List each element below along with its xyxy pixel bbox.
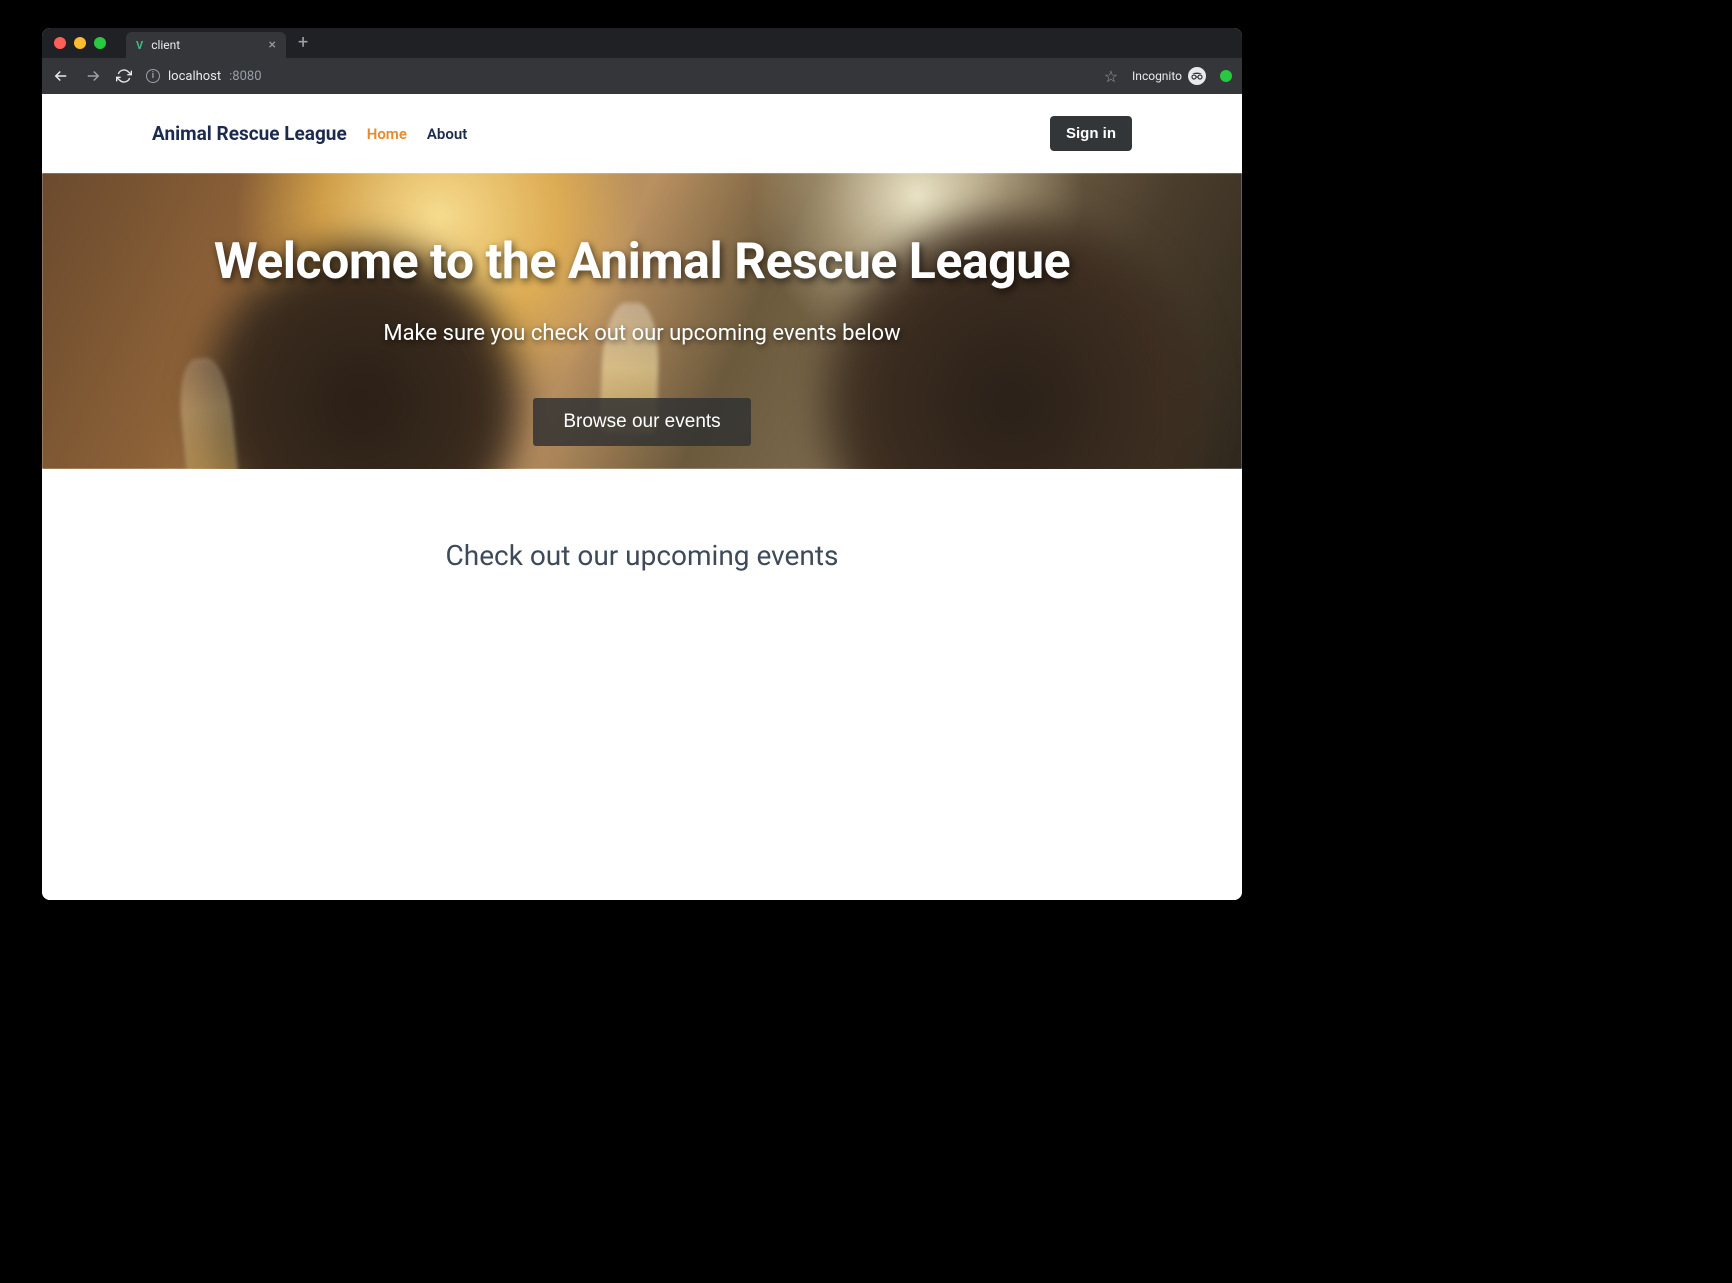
vue-favicon-icon: V bbox=[136, 39, 143, 52]
address-bar: i localhost :8080 ☆ Incognito bbox=[42, 58, 1242, 94]
hero-subtitle: Make sure you check out our upcoming eve… bbox=[383, 321, 900, 346]
window-controls bbox=[54, 37, 126, 49]
site-info-icon[interactable]: i bbox=[146, 69, 160, 83]
page-content: Animal Rescue League Home About Sign in … bbox=[42, 94, 1242, 900]
maximize-window-button[interactable] bbox=[94, 37, 106, 49]
bookmark-icon[interactable]: ☆ bbox=[1104, 67, 1118, 86]
extension-indicator-icon[interactable] bbox=[1220, 70, 1232, 82]
new-tab-button[interactable]: + bbox=[286, 34, 320, 52]
browser-window: V client × + i localhost :8080 ☆ Incognit… bbox=[42, 28, 1242, 900]
reload-button[interactable] bbox=[116, 68, 132, 84]
tab-title: client bbox=[151, 38, 180, 52]
browse-events-button[interactable]: Browse our events bbox=[533, 398, 750, 446]
glass-decoration bbox=[920, 353, 965, 450]
url-port: :8080 bbox=[229, 69, 261, 84]
forward-button[interactable] bbox=[84, 67, 102, 85]
url-field[interactable]: i localhost :8080 bbox=[146, 69, 262, 84]
nav-home[interactable]: Home bbox=[367, 125, 407, 143]
incognito-label: Incognito bbox=[1132, 69, 1182, 83]
incognito-icon bbox=[1188, 67, 1206, 85]
nav-about[interactable]: About bbox=[427, 125, 467, 143]
sign-in-button[interactable]: Sign in bbox=[1050, 116, 1132, 151]
close-window-button[interactable] bbox=[54, 37, 66, 49]
tab-strip: V client × + bbox=[42, 28, 1242, 58]
browser-tab[interactable]: V client × bbox=[126, 32, 286, 58]
hero-title: Welcome to the Animal Rescue League bbox=[214, 233, 1070, 291]
back-button[interactable] bbox=[52, 67, 70, 85]
url-host: localhost bbox=[168, 69, 221, 84]
minimize-window-button[interactable] bbox=[74, 37, 86, 49]
events-heading: Check out our upcoming events bbox=[42, 539, 1242, 572]
glass-decoration bbox=[176, 357, 238, 469]
hero-section: Welcome to the Animal Rescue League Make… bbox=[42, 173, 1242, 469]
incognito-indicator: Incognito bbox=[1132, 67, 1206, 85]
site-navbar: Animal Rescue League Home About Sign in bbox=[42, 94, 1242, 173]
close-tab-icon[interactable]: × bbox=[269, 38, 276, 52]
brand-title[interactable]: Animal Rescue League bbox=[152, 122, 347, 145]
